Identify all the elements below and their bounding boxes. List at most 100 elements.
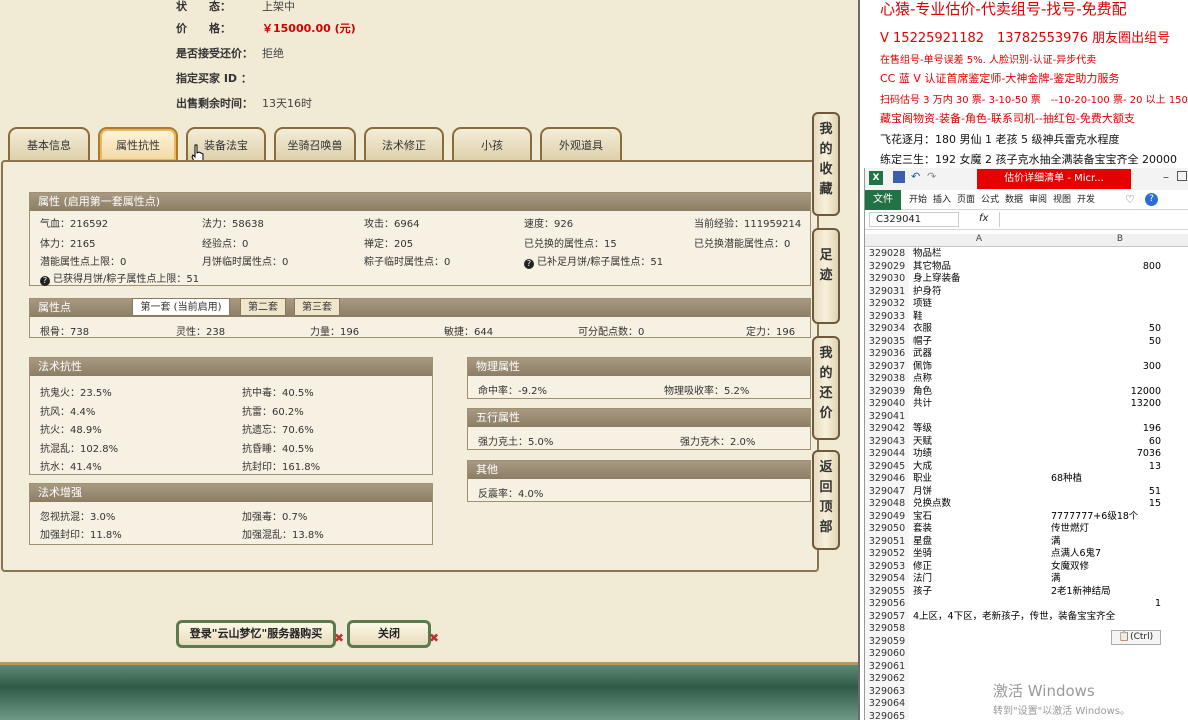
row-number[interactable]: 329037 [865, 360, 909, 373]
subtab-set-2[interactable]: 第二套 [240, 298, 286, 316]
cell-a[interactable]: 衣服 [913, 323, 932, 336]
row-number[interactable]: 329064 [865, 698, 909, 711]
row-number[interactable]: 329030 [865, 273, 909, 286]
table-row[interactable]: 329039 角色 12000 [865, 385, 1188, 399]
row-number[interactable]: 329055 [865, 585, 909, 598]
help-icon[interactable]: ♡ [1125, 193, 1135, 206]
ribbon-tab[interactable]: 开发 [1077, 190, 1095, 210]
cell-b[interactable]: 50 [1051, 336, 1161, 349]
row-number[interactable]: 329040 [865, 398, 909, 411]
table-row[interactable]: 329054 法门 满 [865, 573, 1188, 586]
cell-a[interactable]: 鞋 [913, 311, 923, 324]
cell-a[interactable]: 护身符 [913, 286, 942, 299]
cell-a[interactable]: 佩饰 [913, 361, 932, 374]
cell-b[interactable]: 13 [1051, 461, 1161, 474]
tab-spell-fix[interactable]: 法术修正 [364, 127, 444, 161]
row-number[interactable]: 329029 [865, 260, 909, 273]
cell-a[interactable]: 修正 [913, 561, 932, 574]
cell-b[interactable]: 15 [1051, 498, 1161, 511]
cell-b[interactable]: 12000 [1051, 386, 1161, 399]
tab-basic-info[interactable]: 基本信息 [8, 127, 90, 161]
table-row[interactable]: 329051 星盘 满 [865, 535, 1188, 549]
help-icon[interactable]: ? [40, 276, 50, 286]
cell-a[interactable]: 共计 [913, 398, 932, 411]
row-number[interactable]: 329049 [865, 510, 909, 523]
cell-a[interactable]: 星盘 [913, 536, 932, 549]
row-number[interactable]: 329054 [865, 573, 909, 586]
cell-a[interactable]: 身上穿装备 [913, 273, 961, 286]
cell-b[interactable]: 满 [1051, 573, 1061, 586]
ribbon-tab[interactable]: 视图 [1053, 190, 1071, 210]
table-row[interactable]: 329028 物品栏 [865, 248, 1188, 261]
cell-a[interactable]: 其它物品 [913, 261, 951, 274]
table-row[interactable]: 329037 佩饰 300 [865, 360, 1188, 374]
cell-b[interactable]: 60 [1051, 436, 1161, 449]
cell-b[interactable]: 300 [1051, 361, 1161, 374]
row-number[interactable]: 329046 [865, 473, 909, 486]
ribbon-tab[interactable]: 插入 [933, 190, 951, 210]
row-number[interactable]: 329061 [865, 660, 909, 673]
row-number[interactable]: 329062 [865, 673, 909, 686]
cell-a[interactable]: 点称 [913, 373, 932, 386]
cell-b[interactable]: 点满人6鬼7 [1051, 548, 1101, 561]
cell-b[interactable]: 女魔双修 [1051, 561, 1089, 574]
table-row[interactable]: 329041 [865, 410, 1188, 423]
cell-a[interactable]: 法门 [913, 573, 932, 586]
cell-b[interactable]: 51 [1051, 486, 1161, 499]
ribbon-tab[interactable]: 页面 [957, 190, 975, 210]
save-icon[interactable] [893, 171, 905, 183]
cell-a[interactable]: 物品栏 [913, 248, 942, 261]
cell-b[interactable]: 2老1新神结局 [1051, 586, 1111, 599]
cell-b[interactable]: 13200 [1051, 398, 1161, 411]
row-number[interactable]: 329047 [865, 485, 909, 498]
subtab-set-1[interactable]: 第一套 (当前启用) [132, 298, 230, 316]
row-number[interactable]: 329035 [865, 335, 909, 348]
row-number[interactable]: 329028 [865, 248, 909, 261]
row-number[interactable]: 329041 [865, 410, 909, 423]
table-row[interactable]: 329029 其它物品 800 [865, 260, 1188, 274]
row-number[interactable]: 329052 [865, 548, 909, 561]
table-row[interactable]: 329045 大成 13 [865, 460, 1188, 474]
table-row[interactable]: 329046 职业 68种植 [865, 473, 1188, 486]
login-buy-button[interactable]: 登录"云山梦忆"服务器购买 ✖ [176, 620, 344, 648]
row-number[interactable]: 329051 [865, 535, 909, 548]
row-number[interactable]: 329032 [865, 298, 909, 311]
my-favorites-button[interactable]: 我的收藏 [812, 112, 840, 216]
table-row[interactable]: 329057 4上区，4下区，老新孩子，传世，装备宝宝齐全 [865, 610, 1188, 623]
spreadsheet-grid[interactable]: A B 329028 物品栏 329029 其它物品 800 329030 身上穿装备 329… [865, 234, 1188, 720]
cell-a[interactable]: 帽子 [913, 336, 932, 349]
cell-b[interactable]: 1 [1051, 598, 1161, 611]
row-number[interactable]: 329045 [865, 460, 909, 473]
row-number[interactable]: 329060 [865, 648, 909, 661]
ribbon-tab-file[interactable]: 文件 [865, 190, 901, 210]
row-number[interactable]: 329036 [865, 348, 909, 361]
cell-a[interactable]: 坐骑 [913, 548, 932, 561]
table-row[interactable]: 329035 帽子 50 [865, 335, 1188, 349]
row-number[interactable]: 329059 [865, 635, 909, 648]
redo-icon[interactable]: ↷ [927, 170, 936, 183]
cell-b[interactable]: 68种植 [1051, 473, 1082, 486]
table-row[interactable]: 329056 1 [865, 598, 1188, 611]
cell-a[interactable]: 角色 [913, 386, 932, 399]
tab-appearance[interactable]: 外观道具 [540, 127, 622, 161]
row-number[interactable]: 329042 [865, 423, 909, 436]
ribbon-tab[interactable]: 审阅 [1029, 190, 1047, 210]
row-number[interactable]: 329044 [865, 448, 909, 461]
undo-icon[interactable]: ↶ [911, 170, 920, 183]
row-number[interactable]: 329065 [865, 710, 909, 720]
column-header-a[interactable]: A [909, 234, 1049, 247]
table-row[interactable]: 329049 宝石 7777777+6级18个 [865, 510, 1188, 523]
row-number[interactable]: 329056 [865, 598, 909, 611]
row-number[interactable]: 329050 [865, 523, 909, 536]
row-number[interactable]: 329057 [865, 610, 909, 623]
back-to-top-button[interactable]: 返回顶部 [812, 450, 840, 550]
row-number[interactable]: 329034 [865, 323, 909, 336]
cell-a[interactable]: 孩子 [913, 586, 932, 599]
cell-a[interactable]: 项链 [913, 298, 932, 311]
my-bargain-button[interactable]: 我的还价 [812, 336, 840, 440]
table-row[interactable]: 329061 [865, 660, 1188, 673]
cell-b[interactable]: 传世燃灯 [1051, 523, 1089, 536]
table-row[interactable]: 329038 点称 [865, 373, 1188, 386]
row-number[interactable]: 329038 [865, 373, 909, 386]
tab-attr-resist[interactable]: 属性抗性 [98, 127, 178, 161]
